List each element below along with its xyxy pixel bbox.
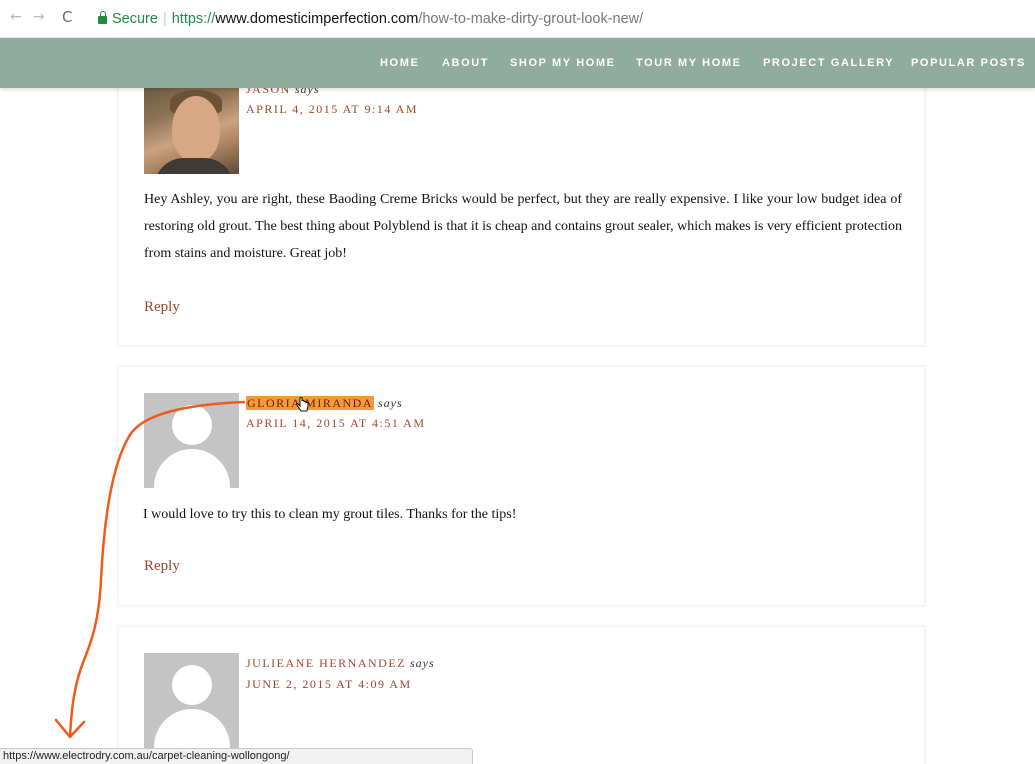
- nav-home[interactable]: HOME: [380, 57, 419, 69]
- nav-about[interactable]: ABOUT: [442, 57, 489, 69]
- comment-author-link[interactable]: JULIEANE HERNANDEZ: [246, 656, 406, 670]
- nav-project-gallery[interactable]: PROJECT GALLERY: [763, 57, 894, 69]
- browser-address-bar: ← → C Secure | https://www.domesticimperfe…: [0, 0, 1035, 38]
- comment-date[interactable]: APRIL 14, 2015 AT 4:51 AM: [246, 416, 426, 431]
- comment-date[interactable]: APRIL 4, 2015 AT 9:14 AM: [246, 102, 418, 117]
- comment-author: GLORIA MIRANDA says: [246, 396, 403, 411]
- reload-icon[interactable]: C: [62, 8, 72, 26]
- avatar: [144, 653, 239, 763]
- nav-shop-my-home[interactable]: SHOP MY HOME: [510, 57, 616, 69]
- says-label: says: [409, 656, 435, 670]
- comment-card: JULIEANE HERNANDEZ says JUNE 2, 2015 AT 4…: [118, 626, 925, 764]
- url-separator: |: [162, 11, 167, 27]
- comment-author: JULIEANE HERNANDEZ says: [246, 656, 435, 671]
- hand-cursor-icon: [296, 397, 309, 412]
- nav-popular-posts[interactable]: POPULAR POSTS: [911, 57, 1026, 69]
- lock-icon: [98, 11, 107, 24]
- says-label: says: [378, 396, 403, 410]
- forward-arrow-icon[interactable]: →: [33, 9, 45, 25]
- url-scheme: https://: [171, 11, 216, 27]
- site-navigation: HOME ABOUT SHOP MY HOME TOUR MY HOME PRO…: [0, 38, 1035, 88]
- nav-tour-my-home[interactable]: TOUR MY HOME: [636, 57, 742, 69]
- comment-date[interactable]: JUNE 2, 2015 AT 4:09 AM: [246, 677, 412, 692]
- secure-label: Secure: [112, 11, 158, 27]
- url-path: /how-to-make-dirty-grout-look-new/: [418, 11, 644, 27]
- reply-link[interactable]: Reply: [144, 558, 180, 575]
- comment-author-link[interactable]: GLORIA MIRANDA: [246, 396, 374, 410]
- status-bar-url: https://www.electrodry.com.au/carpet-cle…: [0, 748, 473, 764]
- url-field[interactable]: Secure | https://www.domesticimperfection.…: [92, 7, 1032, 31]
- reply-link[interactable]: Reply: [144, 299, 180, 316]
- comment-text: I would love to try this to clean my gro…: [143, 507, 517, 522]
- back-arrow-icon[interactable]: ←: [10, 9, 22, 25]
- avatar: [144, 393, 239, 488]
- comment-card: GLORIA MIRANDA says APRIL 14, 2015 AT 4:5…: [118, 366, 925, 606]
- url-host: www.domesticimperfection.com: [215, 11, 419, 27]
- comment-text: Hey Ashley, you are right, these Baoding…: [144, 192, 902, 261]
- comment-card: JASON says APRIL 4, 2015 AT 9:14 AM Hey A…: [118, 60, 925, 346]
- avatar: [144, 86, 239, 174]
